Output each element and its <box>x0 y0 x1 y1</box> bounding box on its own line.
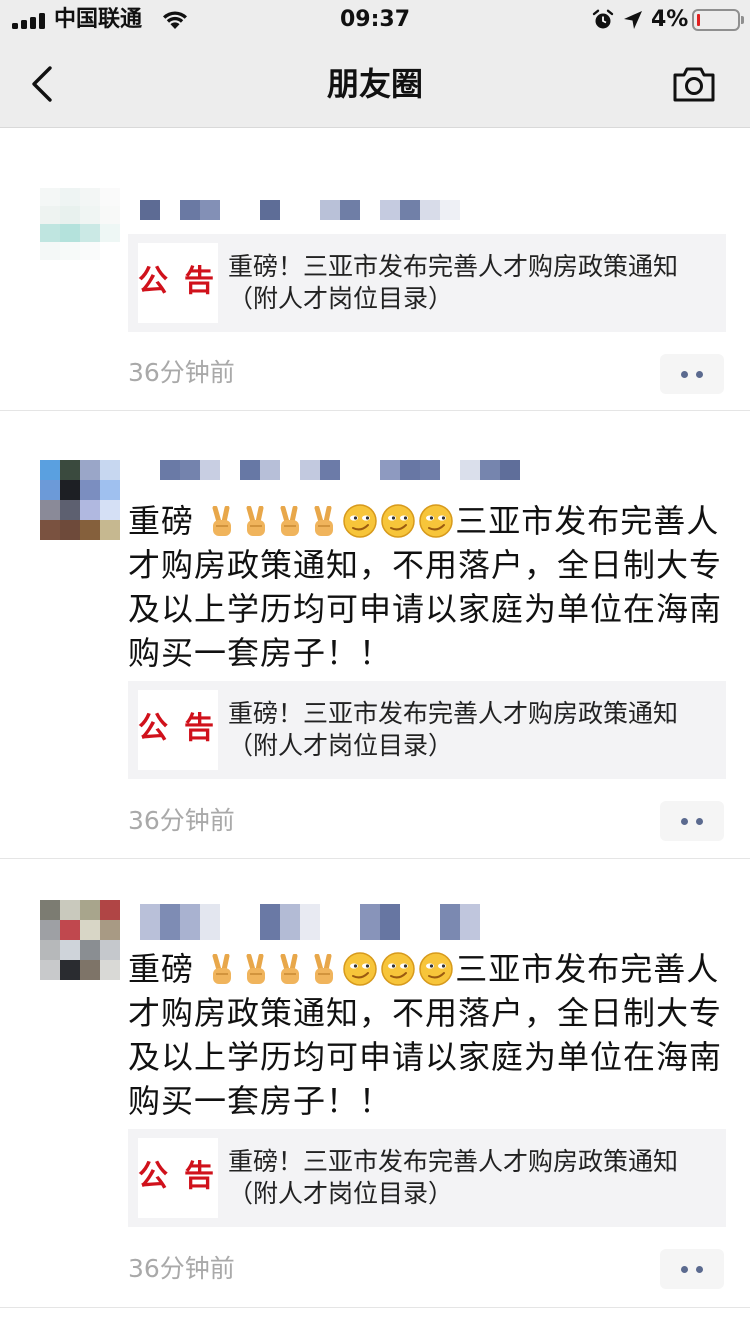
link-card[interactable]: 公 告 重磅！三亚市发布完善人才购房政策通知（附人才岗位目录） <box>128 234 726 332</box>
avatar[interactable] <box>40 188 120 260</box>
avatar[interactable] <box>40 460 120 540</box>
link-card[interactable]: 公 告 重磅！三亚市发布完善人才购房政策通知（附人才岗位目录） <box>128 1129 726 1227</box>
post-text: 重磅 三亚市发布完善人才购房政策通知，不用落户，全日制大专及以上学历均可申请以家… <box>128 499 728 675</box>
card-title: 重磅！三亚市发布完善人才购房政策通知（附人才岗位目录） <box>228 252 679 313</box>
link-card[interactable]: 公 告 重磅！三亚市发布完善人才购房政策通知（附人才岗位目录） <box>128 681 726 779</box>
page-title: 朋友圈 <box>326 65 423 103</box>
card-title: 重磅！三亚市发布完善人才购房政策通知（附人才岗位目录） <box>228 1147 679 1208</box>
victory-hand-icon <box>314 506 334 536</box>
battery-percent: 4% <box>651 7 689 32</box>
more-button[interactable] <box>660 1249 724 1289</box>
more-button[interactable] <box>660 354 724 394</box>
victory-hand-icon <box>212 954 232 984</box>
location-icon <box>624 11 642 29</box>
smirk-face-icon <box>343 504 377 538</box>
thumb-char: 公 <box>138 264 168 299</box>
moment-post: 重磅 三亚市发布完善人才购房政策通知，不用落户，全日制大专及以上学历均可申请以家… <box>0 859 750 1308</box>
nav-bar: 朋友圈 <box>0 40 750 128</box>
username[interactable] <box>140 200 460 220</box>
thumb-char: 公 <box>138 711 168 746</box>
thumb-char: 告 <box>184 711 214 746</box>
username[interactable] <box>140 904 480 940</box>
post-text: 重磅 三亚市发布完善人才购房政策通知，不用落户，全日制大专及以上学历均可申请以家… <box>128 947 728 1123</box>
moments-feed[interactable]: 公 告 重磅！三亚市发布完善人才购房政策通知（附人才岗位目录） 36分钟前 重磅… <box>0 128 750 1334</box>
victory-hand-icon <box>246 506 266 536</box>
post-text-prefix: 重磅 <box>128 950 206 988</box>
victory-hand-icon <box>212 506 232 536</box>
avatar[interactable] <box>40 900 120 980</box>
smirk-face-icon <box>381 952 415 986</box>
moment-post: 公 告 重磅！三亚市发布完善人才购房政策通知（附人才岗位目录） 36分钟前 <box>0 148 750 411</box>
thumb-char: 告 <box>184 1159 214 1194</box>
thumb-char: 公 <box>138 1159 168 1194</box>
victory-hand-icon <box>314 954 334 984</box>
smirk-face-icon <box>419 952 453 986</box>
post-text-prefix: 重磅 <box>128 502 206 540</box>
smirk-face-icon <box>419 504 453 538</box>
smirk-face-icon <box>343 952 377 986</box>
thumb-char: 告 <box>184 264 214 299</box>
post-time: 36分钟前 <box>128 358 235 387</box>
smirk-face-icon <box>381 504 415 538</box>
notice-thumbnail: 公 告 <box>138 690 218 770</box>
notice-thumbnail: 公 告 <box>138 1138 218 1218</box>
post-time: 36分钟前 <box>128 1254 235 1283</box>
status-bar: 中国联通 09:37 4% <box>0 0 750 40</box>
post-time: 36分钟前 <box>128 806 235 835</box>
battery-icon <box>692 9 744 31</box>
card-title: 重磅！三亚市发布完善人才购房政策通知（附人才岗位目录） <box>228 699 679 760</box>
victory-hand-icon <box>246 954 266 984</box>
moment-post: 重磅 三亚市发布完善人才购房政策通知，不用落户，全日制大专及以上学历均可申请以家… <box>0 411 750 859</box>
more-button[interactable] <box>660 801 724 841</box>
victory-hand-icon <box>280 954 300 984</box>
notice-thumbnail: 公 告 <box>138 243 218 323</box>
victory-hand-icon <box>280 506 300 536</box>
alarm-icon <box>592 9 614 29</box>
camera-icon[interactable] <box>672 64 716 104</box>
username[interactable] <box>140 460 520 480</box>
